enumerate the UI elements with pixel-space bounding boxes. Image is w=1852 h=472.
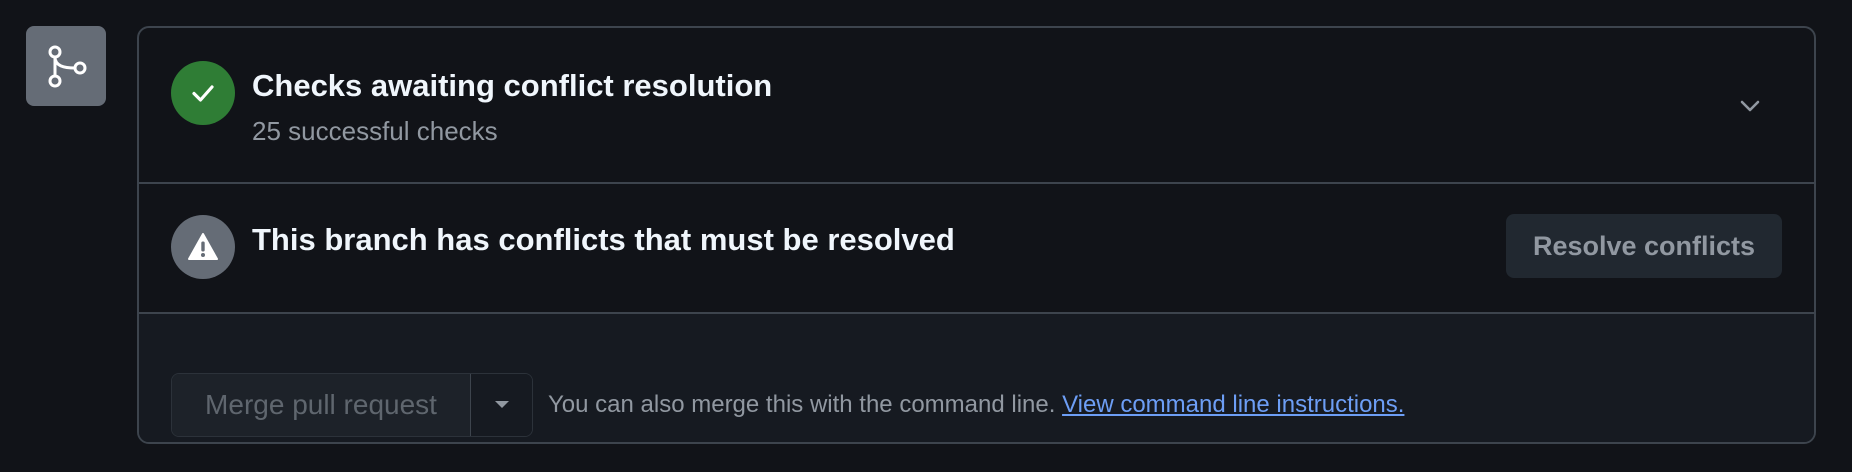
alert-icon — [171, 215, 235, 279]
merge-instruction-text: You can also merge this with the command… — [548, 391, 1056, 418]
conflict-title: This branch has conflicts that must be r… — [252, 222, 955, 257]
merge-box: Checks awaiting conflict resolution 25 s… — [137, 26, 1816, 444]
merge-help-text: You can also merge this with the command… — [548, 391, 1404, 419]
check-icon — [171, 61, 235, 125]
chevron-down-icon[interactable] — [1734, 90, 1766, 122]
checks-subtitle: 25 successful checks — [252, 116, 498, 146]
checks-title: Checks awaiting conflict resolution — [252, 68, 773, 103]
git-merge-icon — [26, 26, 106, 106]
resolve-conflicts-button[interactable]: Resolve conflicts — [1506, 214, 1782, 278]
merge-section: Merge pull request You can also merge th… — [139, 314, 1814, 442]
command-line-instructions-link[interactable]: View command line instructions. — [1062, 391, 1404, 418]
merge-pull-request-button[interactable]: Merge pull request — [172, 374, 470, 436]
conflict-section: This branch has conflicts that must be r… — [139, 184, 1814, 314]
merge-button-group: Merge pull request — [171, 373, 533, 437]
checks-section: Checks awaiting conflict resolution 25 s… — [139, 28, 1814, 184]
caret-down-icon[interactable] — [470, 374, 532, 436]
